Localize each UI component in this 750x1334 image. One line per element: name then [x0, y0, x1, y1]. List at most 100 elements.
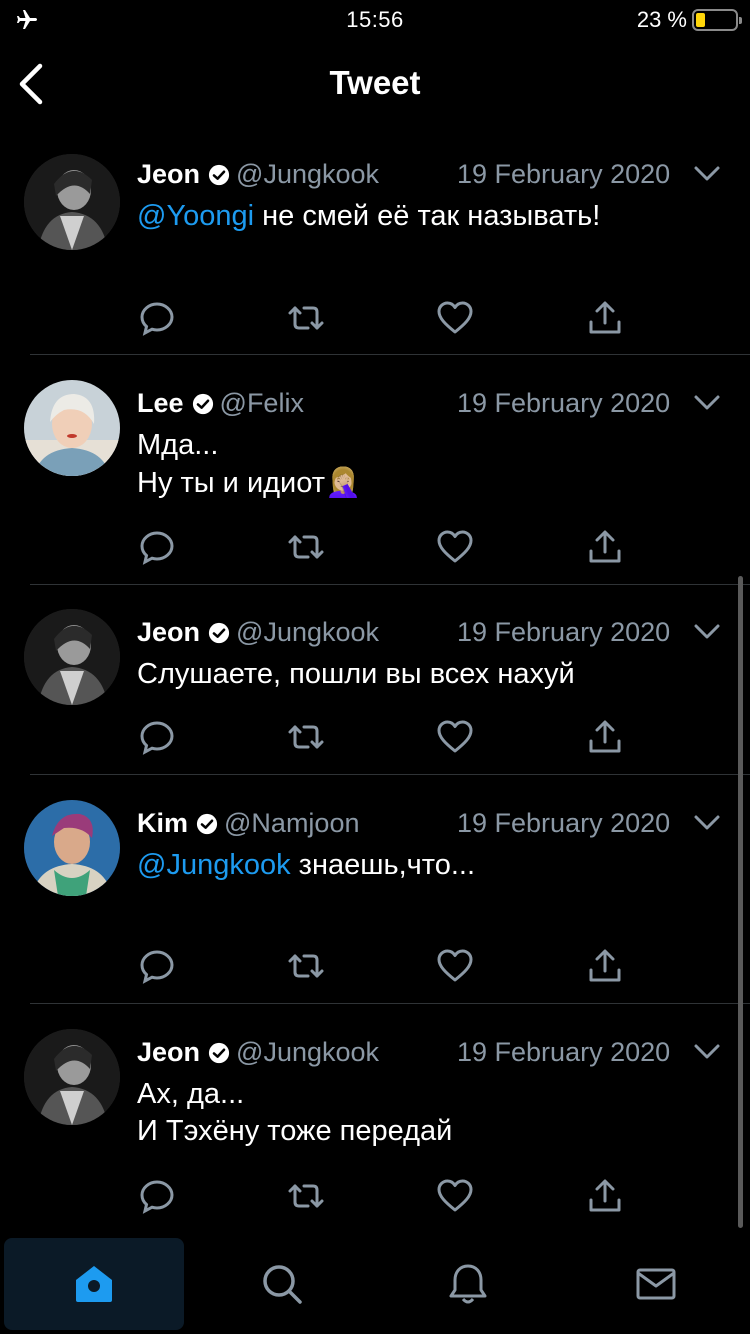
- tweet-line2-text: Ну ты и идиот: [137, 467, 326, 499]
- page-title: Tweet: [329, 64, 421, 101]
- tweet-meta: Jeon @Jungkook 19 February 2020: [137, 154, 750, 194]
- like-icon[interactable]: [435, 1176, 475, 1216]
- user-handle[interactable]: @Jungkook: [236, 159, 379, 189]
- tweet-text: Ах, да... И Тэхёну тоже передай: [137, 1076, 727, 1150]
- tweet[interactable]: Jeon @Jungkook 19 February 2020 @Yoongi н…: [0, 154, 750, 354]
- tweet-meta: Jeon @Jungkook 19 February 2020: [137, 612, 750, 652]
- tweet-body-line2: Ну ты и идиот🤦🏼‍♀️: [137, 464, 727, 502]
- avatar[interactable]: [24, 154, 120, 250]
- avatar[interactable]: [24, 609, 120, 705]
- search-icon: [263, 1265, 302, 1304]
- tweet[interactable]: Lee @Felix 19 February 2020 Мда... Ну ты …: [0, 380, 750, 583]
- display-name[interactable]: Kim: [137, 808, 188, 838]
- mention-link[interactable]: @Jungkook: [137, 849, 291, 881]
- retweet-icon[interactable]: [286, 527, 326, 567]
- user-handle[interactable]: @Jungkook: [236, 617, 379, 647]
- divider: [30, 584, 750, 585]
- tweet-text: Слушаете, пошли вы всех нахуй: [137, 656, 727, 693]
- tweet-date: 19 February 2020: [457, 1037, 671, 1067]
- chevron-down-icon[interactable]: [693, 813, 721, 833]
- tweet-meta: Kim @Namjoon 19 February 2020: [137, 803, 750, 843]
- display-name[interactable]: Jeon: [137, 159, 200, 189]
- share-icon[interactable]: [585, 717, 625, 757]
- tweet-actions: [137, 1176, 637, 1216]
- user-handle[interactable]: @Namjoon: [224, 808, 359, 838]
- reply-icon[interactable]: [137, 527, 177, 567]
- share-icon[interactable]: [585, 1176, 625, 1216]
- tab-home[interactable]: [4, 1238, 184, 1330]
- chevron-down-icon[interactable]: [693, 393, 721, 413]
- user-handle[interactable]: @Felix: [220, 388, 304, 418]
- tweet-text: @Yoongi не смей её так называть!: [137, 198, 727, 235]
- retweet-icon[interactable]: [286, 946, 326, 986]
- retweet-icon[interactable]: [286, 298, 326, 338]
- divider: [30, 354, 750, 355]
- tweet-text: @Jungkook знаешь,что...: [137, 847, 727, 884]
- share-icon[interactable]: [585, 527, 625, 567]
- tweet-actions: [137, 946, 637, 986]
- chevron-down-icon[interactable]: [693, 622, 721, 642]
- status-bar: 15:56 23 %: [0, 0, 750, 40]
- reply-icon[interactable]: [137, 1176, 177, 1216]
- verified-icon: [208, 164, 230, 186]
- avatar-lee-image: [24, 380, 120, 476]
- like-icon[interactable]: [435, 527, 475, 567]
- share-icon[interactable]: [585, 298, 625, 338]
- avatar-jeon-image: [24, 1029, 120, 1125]
- tweet-body: знаешь,что...: [290, 849, 476, 881]
- notifications-icon: [449, 1264, 487, 1304]
- tab-bar: [0, 1236, 750, 1334]
- header: Tweet: [0, 40, 750, 130]
- avatar-jeon-image: [24, 609, 120, 705]
- like-icon[interactable]: [435, 298, 475, 338]
- display-name[interactable]: Lee: [137, 388, 184, 418]
- tweet-actions: [137, 298, 637, 338]
- chevron-down-icon[interactable]: [693, 1042, 721, 1062]
- tweet-date: 19 February 2020: [457, 159, 671, 189]
- verified-icon: [196, 813, 218, 835]
- avatar-jeon-image: [24, 154, 120, 250]
- tweet-date: 19 February 2020: [457, 808, 671, 838]
- tweet-body: Мда...: [137, 429, 219, 461]
- facepalm-emoji: 🤦🏼‍♀️: [325, 465, 362, 499]
- like-icon[interactable]: [435, 946, 475, 986]
- tab-messages[interactable]: [566, 1238, 746, 1330]
- battery-level: [696, 13, 705, 27]
- like-icon[interactable]: [435, 717, 475, 757]
- retweet-icon[interactable]: [286, 1176, 326, 1216]
- tweet-body-line2: И Тэхёну тоже передай: [137, 1115, 453, 1147]
- tweet-body: не смей её так называть!: [254, 200, 601, 232]
- tweet-date: 19 February 2020: [457, 388, 671, 418]
- tweet[interactable]: Kim @Namjoon 19 February 2020 @Jungkook з…: [0, 800, 750, 1003]
- reply-icon[interactable]: [137, 717, 177, 757]
- display-name[interactable]: Jeon: [137, 617, 200, 647]
- home-icon: [76, 1266, 112, 1302]
- avatar[interactable]: [24, 1029, 120, 1125]
- tweet-body: Слушаете, пошли вы всех нахуй: [137, 658, 575, 690]
- tweet[interactable]: Jeon @Jungkook 19 February 2020 Слушаете,…: [0, 609, 750, 774]
- tab-notifications[interactable]: [378, 1238, 558, 1330]
- tab-search[interactable]: [192, 1238, 372, 1330]
- display-name[interactable]: Jeon: [137, 1037, 200, 1067]
- verified-icon: [208, 1042, 230, 1064]
- tweet-actions: [137, 527, 637, 567]
- tweet-date: 19 February 2020: [457, 617, 671, 647]
- divider: [30, 774, 750, 775]
- chevron-down-icon[interactable]: [693, 164, 721, 184]
- avatar[interactable]: [24, 800, 120, 896]
- tweet[interactable]: Jeon @Jungkook 19 February 2020 Ах, да...…: [0, 1029, 750, 1232]
- tweet-meta: Lee @Felix 19 February 2020: [137, 383, 750, 423]
- verified-icon: [208, 622, 230, 644]
- mention-link[interactable]: @Yoongi: [137, 200, 254, 232]
- retweet-icon[interactable]: [286, 717, 326, 757]
- avatar[interactable]: [24, 380, 120, 476]
- battery-percent: 23 %: [636, 7, 687, 32]
- reply-icon[interactable]: [137, 946, 177, 986]
- share-icon[interactable]: [585, 946, 625, 986]
- reply-icon[interactable]: [137, 298, 177, 338]
- scrollbar[interactable]: [738, 576, 743, 1228]
- user-handle[interactable]: @Jungkook: [236, 1037, 379, 1067]
- tweet-meta: Jeon @Jungkook 19 February 2020: [137, 1032, 750, 1072]
- verified-icon: [192, 393, 213, 415]
- tweet-actions: [137, 717, 637, 757]
